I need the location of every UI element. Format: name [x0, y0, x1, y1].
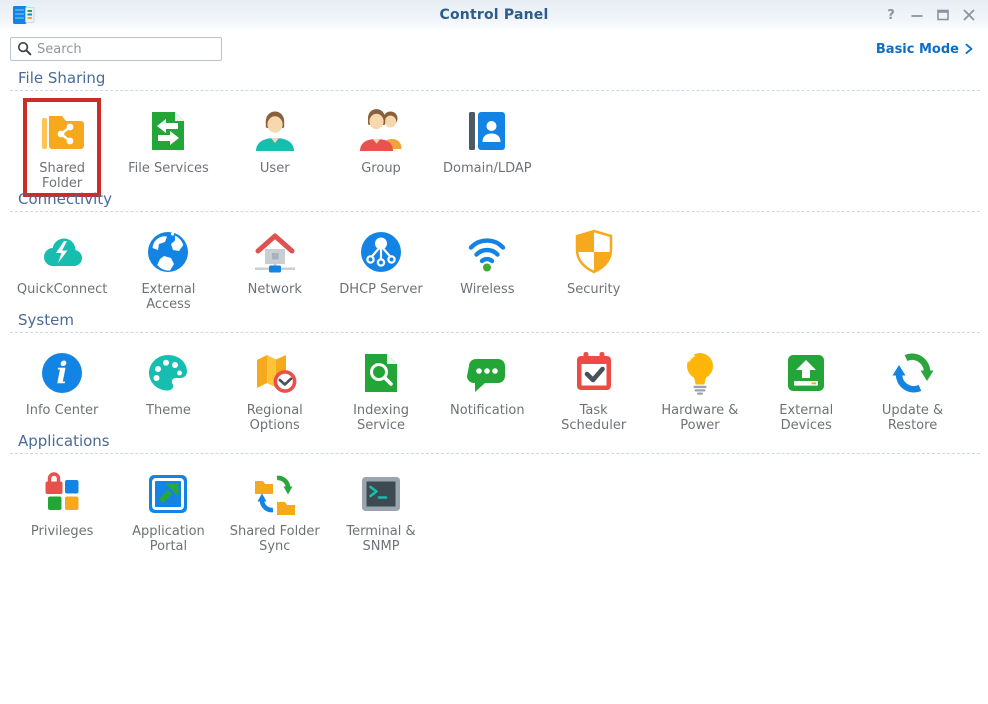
section-file-sharing: File SharingShared FolderFile ServicesUs…: [0, 62, 988, 183]
indexing-service-icon: [355, 347, 407, 399]
cp-item-terminal-snmp[interactable]: Terminal & SNMP: [328, 468, 434, 560]
wireless-icon: [461, 226, 513, 278]
cp-item-task-scheduler[interactable]: Task Scheduler: [540, 347, 646, 439]
network-icon: [249, 226, 301, 278]
cp-item-shared-folder-sync[interactable]: Shared Folder Sync: [222, 468, 328, 560]
cp-item-hardware-power[interactable]: Hardware & Power: [647, 347, 753, 439]
privileges-icon: [36, 468, 88, 520]
window-controls: ?: [882, 6, 978, 24]
item-label: Security: [567, 283, 620, 298]
search-input[interactable]: [10, 37, 222, 61]
cp-item-domain-ldap[interactable]: Domain/LDAP: [434, 105, 540, 197]
cp-item-update-restore[interactable]: Update & Restore: [859, 347, 965, 439]
user-icon: [249, 105, 301, 157]
item-label: Update & Restore: [882, 404, 943, 433]
item-label: DHCP Server: [339, 283, 422, 298]
svg-text:?: ?: [887, 8, 895, 23]
terminal-snmp-icon: [355, 468, 407, 520]
item-label: Network: [248, 283, 302, 298]
close-icon[interactable]: [960, 6, 978, 24]
sections: File Sharing Shared Folder File Services Us…: [0, 62, 988, 546]
shared-folder-icon: [36, 105, 88, 157]
help-icon[interactable]: ?: [882, 6, 900, 24]
security-icon: [568, 226, 620, 278]
item-label: Application Portal: [132, 525, 205, 554]
shared-folder-sync-icon: [249, 468, 301, 520]
titlebar: Control Panel ?: [0, 0, 988, 30]
cp-item-network[interactable]: Network: [222, 226, 328, 318]
item-label: User: [260, 162, 290, 177]
group-icon: [355, 105, 407, 157]
search-box: [10, 37, 222, 61]
notification-icon: [461, 347, 513, 399]
item-label: Theme: [146, 404, 191, 419]
cp-item-external-devices[interactable]: External Devices: [753, 347, 859, 439]
basic-mode-label: Basic Mode: [876, 42, 959, 57]
item-label: QuickConnect: [17, 283, 108, 298]
highlight-box: Shared Folder: [23, 98, 101, 197]
item-label: Task Scheduler: [546, 404, 640, 433]
application-portal-icon: [142, 468, 194, 520]
chevron-right-icon: [964, 43, 974, 56]
item-label: Hardware & Power: [661, 404, 738, 433]
item-label: External Access: [121, 283, 215, 312]
cp-item-quickconnect[interactable]: QuickConnect: [9, 226, 115, 318]
cp-item-regional-options[interactable]: Regional Options: [222, 347, 328, 439]
item-label: Info Center: [26, 404, 99, 419]
cp-item-group[interactable]: Group: [328, 105, 434, 197]
cp-item-indexing-service[interactable]: Indexing Service: [328, 347, 434, 439]
svg-text:i: i: [56, 357, 67, 392]
cp-item-info-center[interactable]: i Info Center: [9, 347, 115, 439]
external-devices-icon: [780, 347, 832, 399]
section-applications: ApplicationsPrivilegesApplication Portal…: [0, 425, 988, 546]
cp-item-security[interactable]: Security: [540, 226, 646, 318]
item-label: Group: [361, 162, 401, 177]
cp-item-application-portal[interactable]: Application Portal: [115, 468, 221, 560]
hardware-power-icon: [674, 347, 726, 399]
section-connectivity: ConnectivityQuickConnectExternal AccessN…: [0, 183, 988, 304]
cp-item-file-services[interactable]: File Services: [115, 105, 221, 197]
window-title: Control Panel: [0, 7, 988, 23]
cp-item-external-access[interactable]: External Access: [115, 226, 221, 318]
minimize-icon[interactable]: [908, 6, 926, 24]
item-label: Terminal & SNMP: [346, 525, 415, 554]
regional-options-icon: [249, 347, 301, 399]
cp-item-theme[interactable]: Theme: [115, 347, 221, 439]
item-label: Privileges: [31, 525, 94, 540]
item-label: Notification: [450, 404, 525, 419]
basic-mode-button[interactable]: Basic Mode: [876, 42, 974, 57]
file-services-icon: [142, 105, 194, 157]
section-system: SystemiInfo CenterThemeRegional OptionsI…: [0, 304, 988, 425]
maximize-icon[interactable]: [934, 6, 952, 24]
item-label: Shared Folder: [39, 162, 85, 191]
task-scheduler-icon: [568, 347, 620, 399]
external-access-icon: [142, 226, 194, 278]
domain-ldap-icon: [461, 105, 513, 157]
theme-icon: [142, 347, 194, 399]
dhcp-server-icon: [355, 226, 407, 278]
item-label: Domain/LDAP: [443, 162, 532, 177]
quickconnect-icon: [36, 226, 88, 278]
item-label: Wireless: [460, 283, 514, 298]
toolbar: Basic Mode: [0, 30, 988, 62]
search-icon: [17, 41, 32, 56]
cp-item-shared-folder[interactable]: Shared Folder: [9, 105, 115, 197]
cp-item-wireless[interactable]: Wireless: [434, 226, 540, 318]
item-label: Indexing Service: [353, 404, 409, 433]
cp-item-user[interactable]: User: [222, 105, 328, 197]
item-label: Shared Folder Sync: [230, 525, 320, 554]
update-restore-icon: [887, 347, 939, 399]
cp-item-dhcp-server[interactable]: DHCP Server: [328, 226, 434, 318]
item-label: External Devices: [779, 404, 833, 433]
info-center-icon: i: [36, 347, 88, 399]
section-title-file-sharing: File Sharing: [0, 70, 988, 86]
cp-item-notification[interactable]: Notification: [434, 347, 540, 439]
cp-item-privileges[interactable]: Privileges: [9, 468, 115, 560]
item-label: File Services: [128, 162, 209, 177]
item-label: Regional Options: [247, 404, 303, 433]
